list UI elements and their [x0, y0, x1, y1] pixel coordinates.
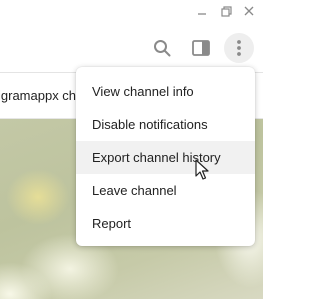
- channel-context-menu: View channel info Disable notifications …: [76, 67, 255, 246]
- menu-item-label: Disable notifications: [92, 117, 208, 132]
- menu-item-export-channel-history[interactable]: Export channel history: [76, 141, 255, 174]
- mouse-cursor-icon: [195, 159, 209, 186]
- restore-icon[interactable]: [215, 0, 237, 22]
- menu-item-report[interactable]: Report: [76, 207, 255, 240]
- chat-header: [0, 24, 263, 72]
- more-vertical-icon[interactable]: [224, 33, 254, 63]
- sidebar-toggle-icon[interactable]: [186, 33, 216, 63]
- search-icon[interactable]: [147, 33, 177, 63]
- menu-item-label: View channel info: [92, 84, 194, 99]
- minimize-icon[interactable]: [191, 0, 213, 22]
- menu-item-view-channel-info[interactable]: View channel info: [76, 75, 255, 108]
- menu-item-label: Leave channel: [92, 183, 177, 198]
- pinned-bar-text: igramappx ch: [0, 88, 77, 103]
- window-titlebar: [0, 0, 263, 24]
- menu-item-leave-channel[interactable]: Leave channel: [76, 174, 255, 207]
- close-icon[interactable]: [238, 0, 260, 22]
- menu-item-disable-notifications[interactable]: Disable notifications: [76, 108, 255, 141]
- menu-item-label: Report: [92, 216, 132, 231]
